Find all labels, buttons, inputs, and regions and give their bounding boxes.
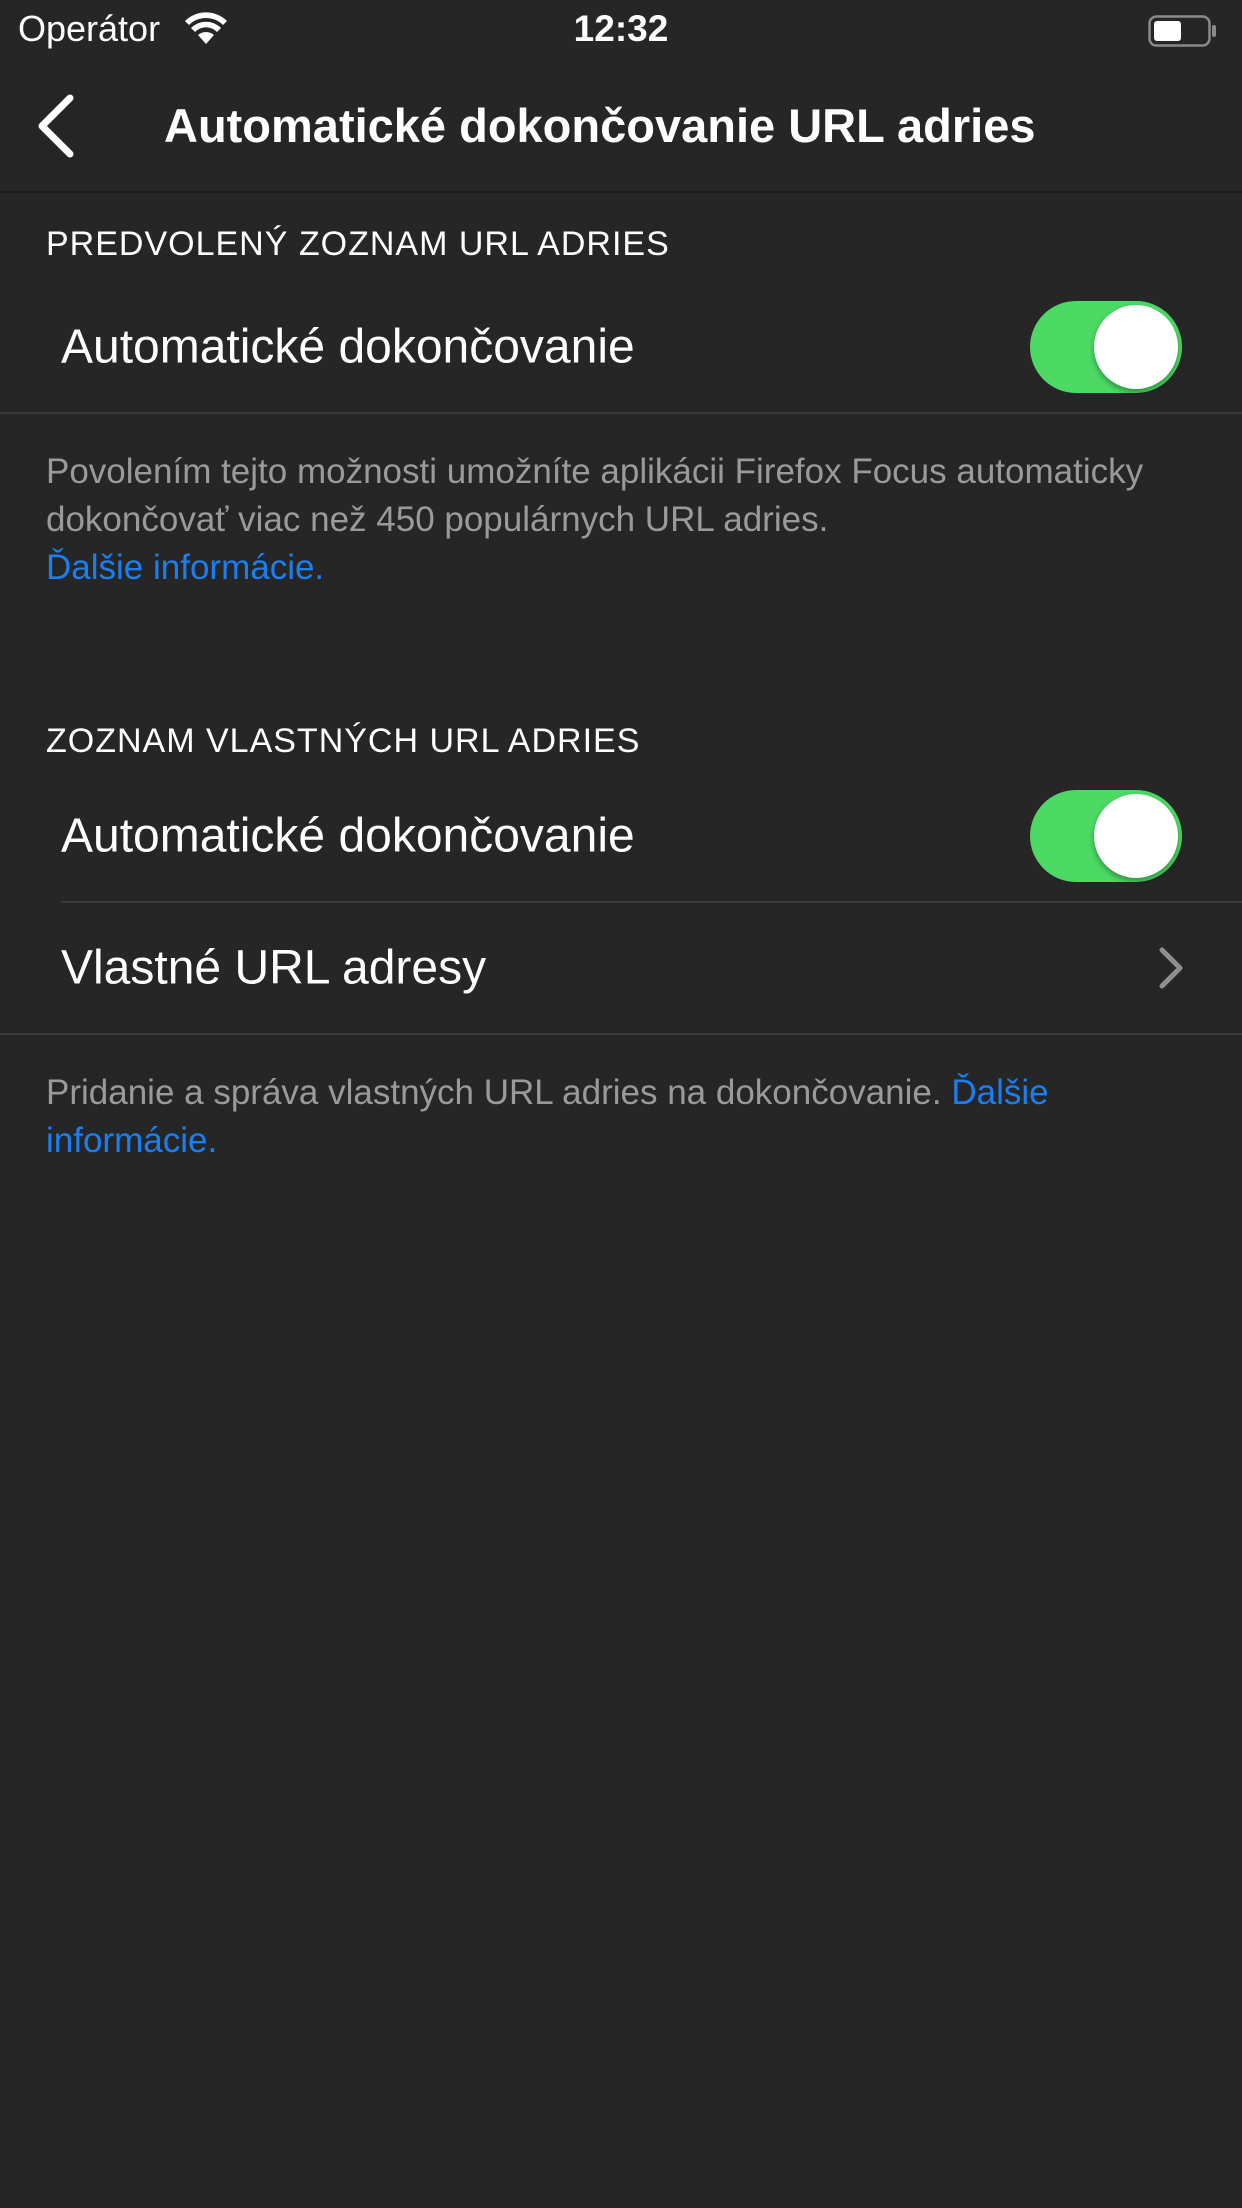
default-list-description-text: Povolením tejto možnosti umožníte apliká… <box>46 452 1144 539</box>
status-time: 12:32 <box>573 8 669 49</box>
custom-urls-label: Vlastné URL adresy <box>61 941 487 995</box>
custom-urls-row[interactable]: Vlastné URL adresy <box>0 903 1242 1033</box>
toggle-knob <box>1094 794 1178 878</box>
default-autocomplete-row: Automatické dokončovanie <box>0 282 1242 412</box>
battery-icon <box>1148 15 1216 47</box>
custom-list-description: Pridanie a správa vlastných URL adries n… <box>46 1069 1196 1165</box>
toggle-knob <box>1094 305 1178 389</box>
custom-autocomplete-toggle[interactable] <box>1030 790 1182 882</box>
default-autocomplete-label: Automatické dokončovanie <box>61 320 635 374</box>
section-header-custom-list: ZOZNAM VLASTNÝCH URL ADRIES <box>46 722 641 760</box>
divider <box>0 1033 1242 1035</box>
default-autocomplete-toggle[interactable] <box>1030 301 1182 393</box>
default-list-description: Povolením tejto možnosti umožníte apliká… <box>46 448 1196 592</box>
section-header-default-list: PREDVOLENÝ ZOZNAM URL ADRIES <box>46 225 670 263</box>
custom-autocomplete-row: Automatické dokončovanie <box>0 771 1242 901</box>
divider <box>0 412 1242 414</box>
custom-list-description-text: Pridanie a správa vlastných URL adries n… <box>46 1073 942 1112</box>
default-list-more-info-link[interactable]: Ďalšie informácie. <box>46 548 324 587</box>
custom-autocomplete-label: Automatické dokončovanie <box>61 809 635 863</box>
navigation-bar: Automatické dokončovanie URL adries <box>0 60 1242 193</box>
page-title: Automatické dokončovanie URL adries <box>164 99 1036 152</box>
chevron-left-icon <box>38 94 74 158</box>
status-bar: Operátor 12:32 <box>0 0 1242 60</box>
back-button[interactable] <box>28 90 88 162</box>
chevron-right-icon <box>1159 947 1183 989</box>
